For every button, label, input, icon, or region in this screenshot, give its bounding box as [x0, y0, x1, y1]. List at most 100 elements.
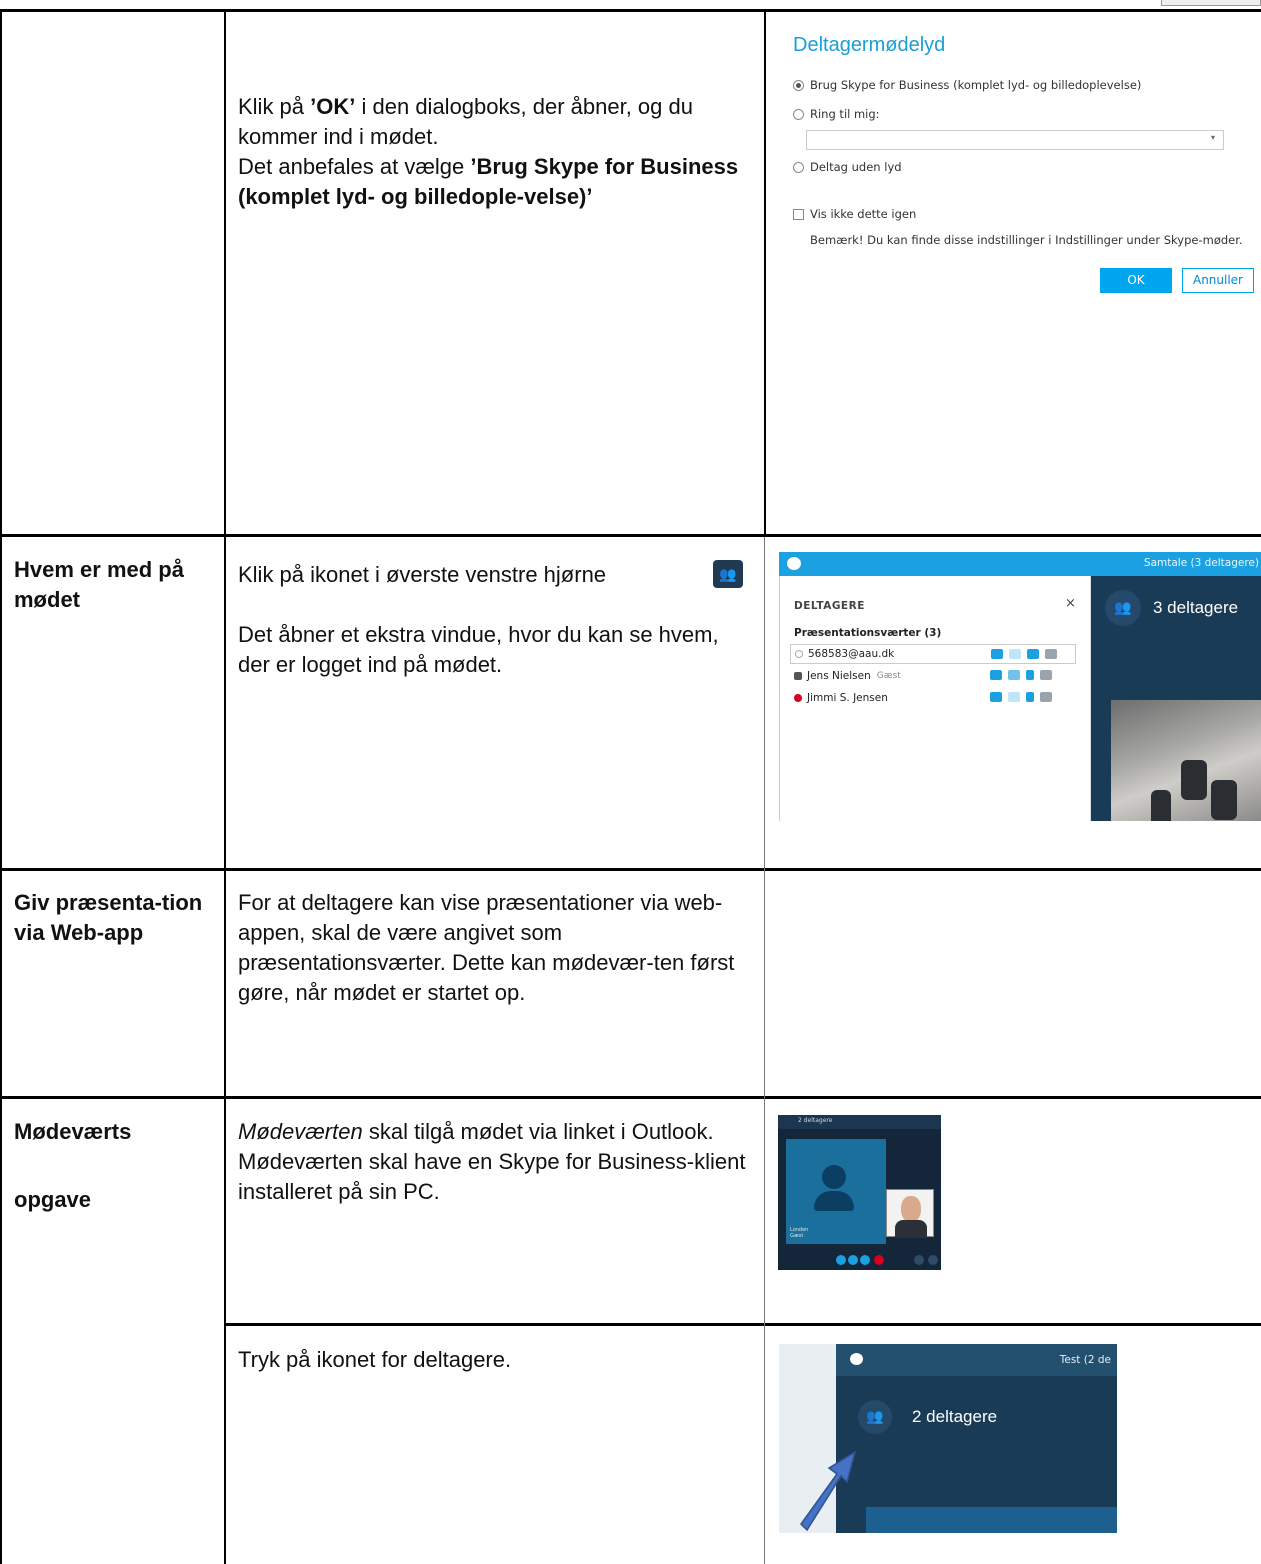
participant-row[interactable]: Jens Nielsen Gæst: [790, 666, 1076, 686]
participants-button-icon[interactable]: [914, 1255, 924, 1265]
row3-label: Giv præsenta-tion via Web-app: [14, 890, 203, 945]
participants-button[interactable]: 👥: [858, 1400, 892, 1434]
presenters-group: Præsentationsværter (3): [794, 627, 942, 639]
option-label: Brug Skype for Business (komplet lyd- og…: [810, 78, 1142, 92]
option-no-audio[interactable]: Deltag uden lyd: [793, 160, 902, 174]
checkbox-label: Vis ikke dette igen: [810, 207, 917, 221]
row5-text: Tryk på ikonet for deltagere.: [238, 1347, 512, 1372]
video-button-icon[interactable]: [860, 1255, 870, 1265]
row-divider: [225, 1323, 1261, 1326]
people-icon: 👥: [719, 566, 737, 582]
document-page: Klik på ’OK’ i den dialogboks, der åbner…: [0, 0, 1261, 1564]
checkbox-icon[interactable]: [793, 208, 804, 220]
meeting-window-screenshot: 2 deltagere Londen Gæst: [778, 1115, 941, 1270]
row-divider: [0, 534, 1261, 537]
test-window-screenshot: Test (2 de 👥 2 deltagere: [779, 1344, 1117, 1533]
row1-part: Klik på: [238, 94, 311, 119]
participants-icon: 👥: [713, 560, 743, 588]
skype-logo-icon: [850, 1353, 863, 1365]
dialog-title: Deltagermødelyd: [793, 34, 946, 56]
mic-muted-icon: [1008, 670, 1020, 680]
row1-part-bold: ’OK’: [310, 94, 356, 119]
guest-tag: Gæst: [876, 671, 901, 681]
row4-italic: Mødeværten: [238, 1119, 363, 1144]
participant-status-icons: [990, 670, 1052, 680]
row-divider: [0, 1096, 1261, 1099]
pause-icon: [1026, 692, 1034, 702]
chair-shape: [1181, 760, 1207, 800]
im-icon: [990, 692, 1002, 702]
mic-icon: [1008, 692, 1020, 702]
mic-button-icon[interactable]: [848, 1255, 858, 1265]
option-skype-audio[interactable]: Brug Skype for Business (komplet lyd- og…: [793, 78, 1141, 92]
row4-label-line1: Mødeværts: [14, 1119, 132, 1144]
conversation-screenshot: Samtale (3 deltagere) DELTAGERE × Præsen…: [779, 542, 1261, 821]
radio-selected-icon[interactable]: [793, 79, 804, 91]
option-label: Ring til mig:: [810, 107, 880, 121]
participant-status-icons: [991, 649, 1057, 659]
test-title: Test (2 de: [1059, 1354, 1111, 1366]
people-icon: 👥: [1114, 600, 1132, 616]
col-divider: [224, 9, 226, 1564]
pointer-arrow-icon: [800, 1450, 857, 1532]
screen-icon: [1040, 692, 1052, 702]
dont-show-again[interactable]: Vis ikke dette igen: [793, 207, 916, 221]
row2-label: Hvem er med på mødet: [14, 557, 184, 612]
row-divider: [0, 868, 1261, 871]
radio-icon[interactable]: [793, 108, 804, 120]
participants-button[interactable]: 👥: [1105, 590, 1141, 626]
dialog-note: Bemærk! Du kan finde disse indstillinger…: [810, 233, 1243, 247]
close-icon[interactable]: ×: [1065, 596, 1076, 611]
corner-stub: [1161, 0, 1261, 6]
conversation-stage: 👥 3 deltagere: [1091, 576, 1261, 821]
row2-text1: Klik på ikonet i øverste venstre hjørne: [238, 562, 607, 587]
radio-icon[interactable]: [793, 161, 804, 173]
row4-text: Mødeværten skal tilgå mødet via linket i…: [238, 1117, 748, 1207]
im-icon: [990, 670, 1002, 680]
col-divider: [0, 9, 2, 1564]
row1-part: Det anbefales at vælge: [238, 154, 471, 179]
participant-name: Jimmi S. Jensen: [807, 692, 888, 704]
participant-status-icons: [990, 692, 1052, 702]
chat-button-icon[interactable]: [836, 1255, 846, 1265]
conversation-title: Samtale (3 deltagere): [1143, 557, 1259, 569]
chevron-down-icon: ▾: [1210, 133, 1215, 142]
conversation-titlebar: Samtale (3 deltagere): [779, 552, 1261, 576]
person-icon: [794, 672, 802, 680]
participant-row[interactable]: Jimmi S. Jensen: [790, 688, 1076, 708]
dialog-screenshot: Deltagermødelyd Brug Skype for Business …: [778, 22, 1261, 512]
cancel-button[interactable]: Annuller: [1182, 268, 1254, 293]
option-call-me[interactable]: Ring til mig:: [793, 107, 880, 121]
col-divider: [764, 537, 765, 1564]
participant-tile: Londen Gæst: [786, 1139, 886, 1244]
bottom-strip: [866, 1507, 1117, 1533]
test-titlebar: Test (2 de: [836, 1344, 1117, 1376]
meeting-title: 2 deltagere: [798, 1117, 833, 1124]
meeting-titlebar: 2 deltagere: [778, 1115, 941, 1129]
participant-name: 568583@aau.dk: [808, 648, 895, 660]
test-window: Test (2 de 👥 2 deltagere: [836, 1344, 1117, 1533]
mic-icon: [1009, 649, 1021, 659]
row3-text: For at deltagere kan vise præsentationer…: [238, 890, 735, 1005]
participant-count: 2 deltagere: [912, 1407, 998, 1426]
ok-button[interactable]: OK: [1100, 268, 1172, 293]
tile-name: Londen Gæst: [790, 1227, 809, 1239]
participant-row[interactable]: 568583@aau.dk: [790, 644, 1076, 664]
chair-shape: [1211, 780, 1237, 820]
phone-select[interactable]: ▾: [806, 130, 1224, 150]
suit-shape: [895, 1220, 927, 1238]
pause-icon: [1026, 670, 1034, 680]
busy-status-icon: [794, 694, 802, 702]
im-icon: [991, 649, 1003, 659]
row1-text: Klik på ’OK’ i den dialogboks, der åbner…: [238, 92, 748, 212]
more-button-icon[interactable]: [928, 1255, 938, 1265]
people-icon: 👥: [866, 1409, 884, 1425]
hangup-button-icon[interactable]: [874, 1255, 884, 1265]
row2-text2: Det åbner et ekstra vindue, hvor du kan …: [238, 622, 719, 677]
video-thumbnail: [886, 1189, 934, 1238]
participants-panel: DELTAGERE × Præsentationsværter (3) 5685…: [779, 576, 1091, 821]
face-shape: [901, 1196, 921, 1222]
info-icon: [795, 650, 803, 658]
video-icon: [1027, 649, 1039, 659]
avatar-head: [822, 1165, 846, 1189]
